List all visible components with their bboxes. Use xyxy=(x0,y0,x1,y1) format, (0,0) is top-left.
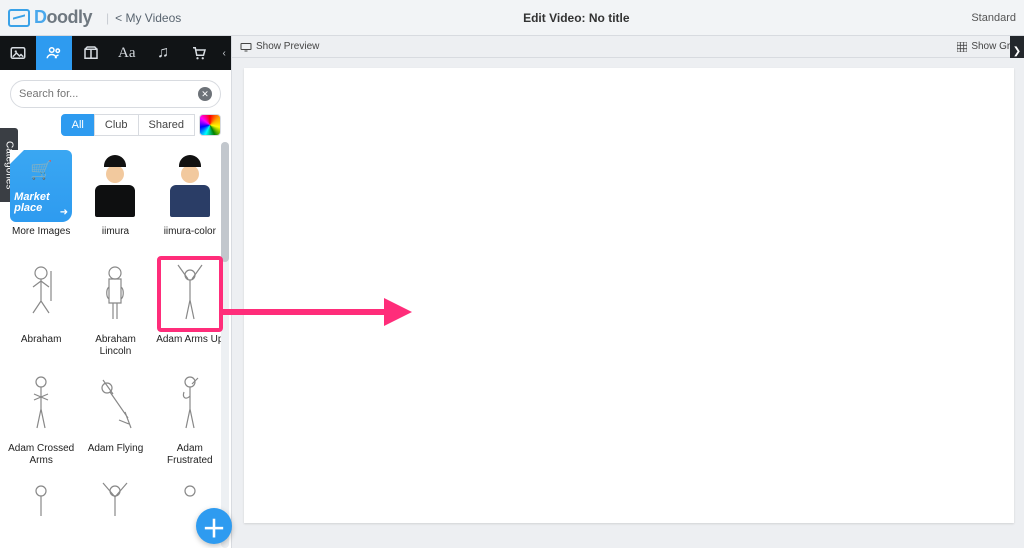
asset-more-images[interactable]: 🛒 Marketplace ➜ More Images xyxy=(4,146,78,250)
plan-label: Standard xyxy=(971,12,1016,24)
filter-club[interactable]: Club xyxy=(94,114,139,136)
asset-label: iimura xyxy=(102,226,129,248)
asset-adam-arms-up[interactable]: Adam Arms Up xyxy=(153,254,227,359)
text-icon: Aa xyxy=(118,45,136,62)
asset-label: iimura-color xyxy=(164,226,216,248)
show-grid-button[interactable]: Show Grid xyxy=(957,41,1018,52)
search-box[interactable]: ✕ xyxy=(10,80,221,108)
show-preview-button[interactable]: Show Preview xyxy=(240,41,319,52)
box-icon xyxy=(82,44,100,62)
scrollbar[interactable] xyxy=(221,142,229,548)
asset-label: Adam Frustrated xyxy=(155,443,225,466)
scrollbar-handle[interactable] xyxy=(221,142,229,262)
grid-icon xyxy=(957,42,967,52)
tab-sounds[interactable]: ♫ xyxy=(145,36,181,70)
canvas[interactable] xyxy=(244,68,1014,523)
canvas-panel: Show Preview Show Grid xyxy=(232,36,1024,548)
asset-item[interactable] xyxy=(4,472,78,548)
asset-abraham[interactable]: Abraham xyxy=(4,254,78,359)
asset-label: Adam Flying xyxy=(88,443,144,465)
color-filter[interactable] xyxy=(199,114,221,136)
asset-thumb xyxy=(159,150,221,222)
logo-text: Doodly xyxy=(34,7,92,28)
show-preview-label: Show Preview xyxy=(256,41,319,52)
asset-thumb xyxy=(84,150,146,222)
separator: | xyxy=(106,11,109,25)
filter-shared[interactable]: Shared xyxy=(138,114,195,136)
asset-grid: 🛒 Marketplace ➜ More Images iimura xyxy=(4,146,227,548)
asset-thumb xyxy=(10,367,72,439)
people-icon xyxy=(45,44,63,62)
cart-icon xyxy=(190,44,208,62)
asset-type-tabs: Aa ♫ ‹ xyxy=(0,36,231,70)
workspace: Aa ♫ ‹ ✕ All Club Shared xyxy=(0,36,1024,548)
asset-thumb xyxy=(84,367,146,439)
app-header: Doodly | < My Videos Edit Video: No titl… xyxy=(0,0,1024,36)
asset-iimura[interactable]: iimura xyxy=(78,146,152,250)
tab-marketplace[interactable] xyxy=(181,36,217,70)
back-link[interactable]: < My Videos xyxy=(115,11,181,25)
asset-adam-crossed-arms[interactable]: Adam Crossed Arms xyxy=(4,363,78,468)
tab-props[interactable] xyxy=(72,36,108,70)
canvas-area[interactable] xyxy=(232,58,1024,548)
asset-grid-scroll[interactable]: 🛒 Marketplace ➜ More Images iimura xyxy=(0,142,231,548)
filter-bar: All Club Shared xyxy=(0,114,231,142)
plus-icon: ＋ xyxy=(202,509,226,544)
image-icon xyxy=(9,44,27,62)
search-input[interactable] xyxy=(19,88,198,100)
asset-label: Adam Arms Up xyxy=(156,334,223,356)
asset-thumb xyxy=(84,476,146,548)
asset-thumb xyxy=(84,258,146,330)
search-wrap: ✕ xyxy=(0,70,231,114)
logo-icon xyxy=(8,9,30,27)
asset-thumb xyxy=(10,258,72,330)
music-icon: ♫ xyxy=(157,44,169,62)
asset-thumb xyxy=(10,476,72,548)
asset-item[interactable] xyxy=(78,472,152,548)
page-title: Edit Video: No title xyxy=(181,11,971,25)
asset-thumb xyxy=(159,258,221,330)
clear-search-icon[interactable]: ✕ xyxy=(198,87,212,101)
asset-label: Adam Crossed Arms xyxy=(6,443,76,466)
filter-all[interactable]: All xyxy=(61,114,95,136)
tab-scenes[interactable] xyxy=(0,36,36,70)
marketplace-tile: 🛒 Marketplace ➜ xyxy=(10,150,72,222)
arrow-icon: ➜ xyxy=(60,207,68,218)
tab-characters[interactable] xyxy=(36,36,72,70)
asset-abraham-lincoln[interactable]: Abraham Lincoln xyxy=(78,254,152,359)
asset-panel: Aa ♫ ‹ ✕ All Club Shared xyxy=(0,36,232,548)
collapse-panel[interactable]: ‹ xyxy=(217,36,231,70)
asset-adam-flying[interactable]: Adam Flying xyxy=(78,363,152,468)
asset-label: More Images xyxy=(12,226,70,248)
asset-iimura-color[interactable]: iimura-color xyxy=(153,146,227,250)
cart-icon: 🛒 xyxy=(30,160,52,181)
add-asset-button[interactable]: ＋ xyxy=(196,508,232,544)
asset-label: Abraham xyxy=(21,334,62,356)
canvas-toolbar: Show Preview Show Grid xyxy=(232,36,1024,58)
asset-label: Abraham Lincoln xyxy=(80,334,150,357)
monitor-icon xyxy=(240,42,252,52)
asset-adam-frustrated[interactable]: Adam Frustrated xyxy=(153,363,227,468)
asset-thumb xyxy=(159,367,221,439)
tab-text[interactable]: Aa xyxy=(109,36,145,70)
